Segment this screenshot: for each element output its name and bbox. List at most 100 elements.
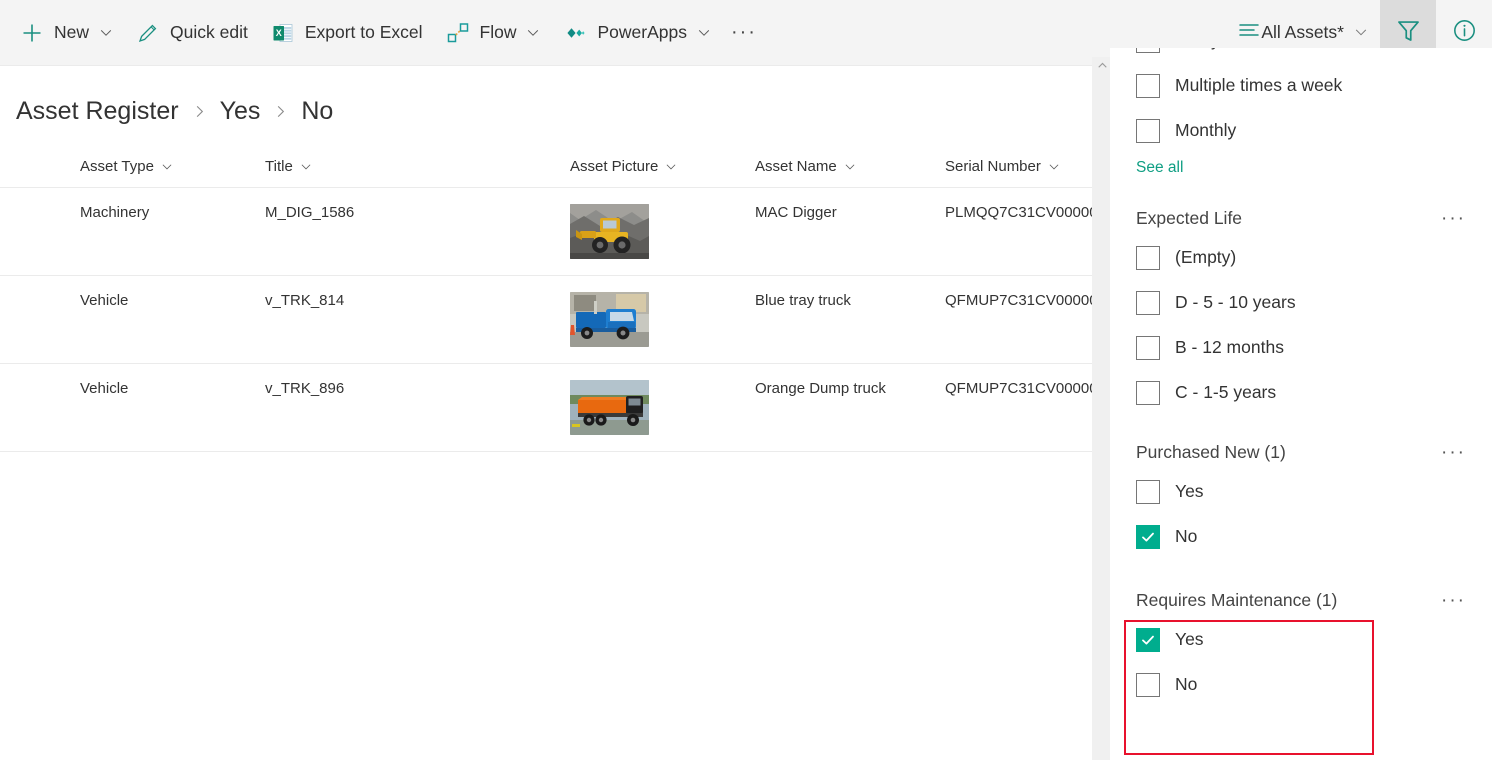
cell-title[interactable]: M_DIG_1586 xyxy=(265,187,570,276)
cell-asset-type: Vehicle xyxy=(80,363,265,452)
filter-option[interactable]: (Empty) xyxy=(1136,235,1492,280)
chevron-down-icon xyxy=(1048,161,1060,173)
checkbox[interactable] xyxy=(1136,380,1160,405)
filter-option[interactable]: Every other month xyxy=(1136,48,1492,63)
filter-option[interactable]: C - 1-5 years xyxy=(1136,370,1492,415)
chevron-down-icon xyxy=(99,26,113,40)
new-button[interactable]: New xyxy=(8,0,124,65)
new-button-label: New xyxy=(54,21,90,42)
filter-option[interactable]: No xyxy=(1136,662,1492,707)
filter-option-label: No xyxy=(1175,526,1198,546)
filter-group-frequency: Every other month Multiple times a week … xyxy=(1136,48,1492,177)
filter-option-label: (Empty) xyxy=(1175,247,1237,267)
row-select-cell[interactable] xyxy=(0,275,80,364)
see-all-link[interactable]: See all xyxy=(1136,153,1183,177)
table-row[interactable]: Vehicle v_TRK_814 Blue tray truck QFMUP7… xyxy=(0,275,1092,364)
filter-group-expected-life: Expected Life ··· (Empty) D - 5 - 10 yea… xyxy=(1136,201,1492,415)
info-circle-icon xyxy=(1451,17,1478,49)
command-bar-overflow-button[interactable]: ··· xyxy=(722,0,766,65)
column-header-asset-type[interactable]: Asset Type xyxy=(80,158,265,188)
cell-asset-name: Orange Dump truck xyxy=(755,363,945,452)
column-header-asset-name[interactable]: Asset Name xyxy=(755,158,945,188)
filter-option[interactable]: Yes xyxy=(1136,617,1492,662)
table-row[interactable]: Machinery M_DIG_1586 MAC Digger PLMQQ7C3… xyxy=(0,187,1092,276)
column-header-label: Asset Picture xyxy=(570,158,659,175)
filter-option[interactable]: Multiple times a week xyxy=(1136,63,1492,108)
cell-serial-number: QFMUP7C31CV000000 xyxy=(945,275,1092,364)
cell-title[interactable]: v_TRK_896 xyxy=(265,363,570,452)
svg-text:X: X xyxy=(276,28,282,38)
breadcrumb-separator-icon xyxy=(273,104,288,119)
checkbox[interactable] xyxy=(1136,118,1160,143)
checkbox[interactable] xyxy=(1136,48,1160,53)
filter-option-label: Yes xyxy=(1175,629,1204,649)
column-header-asset-picture[interactable]: Asset Picture xyxy=(570,158,755,188)
filter-option[interactable]: Monthly xyxy=(1136,108,1492,153)
filter-option[interactable]: D - 5 - 10 years xyxy=(1136,280,1492,325)
cell-serial-number: PLMQQ7C31CV000000 xyxy=(945,187,1092,276)
filter-group-title: Purchased New (1) xyxy=(1136,441,1286,462)
breadcrumb-item-no[interactable]: No xyxy=(301,97,333,126)
checkbox[interactable] xyxy=(1136,524,1160,549)
cell-asset-picture xyxy=(570,363,755,452)
filter-group-more-button[interactable]: ··· xyxy=(1437,441,1470,464)
row-select-cell[interactable] xyxy=(0,363,80,452)
chevron-down-icon xyxy=(526,26,540,40)
breadcrumb-item-yes[interactable]: Yes xyxy=(220,97,261,126)
filter-group-more-button[interactable]: ··· xyxy=(1437,207,1470,230)
powerapps-button[interactable]: PowerApps xyxy=(551,0,722,65)
filter-group-more-button[interactable]: ··· xyxy=(1437,589,1470,612)
quick-edit-button[interactable]: Quick edit xyxy=(124,0,259,65)
cell-asset-type: Machinery xyxy=(80,187,265,276)
list-pane: Asset Register Yes No Asset Type Title A… xyxy=(0,66,1092,760)
breadcrumb: Asset Register Yes No xyxy=(0,66,1092,126)
table-header-row: Asset Type Title Asset Picture Asset Nam… xyxy=(0,158,1092,188)
cell-serial-number: QFMUP7C31CV000000 xyxy=(945,363,1092,452)
filter-option[interactable]: No xyxy=(1136,514,1492,559)
filter-pane: Every other month Multiple times a week … xyxy=(1110,48,1492,760)
cell-asset-name: Blue tray truck xyxy=(755,275,945,364)
column-header-title[interactable]: Title xyxy=(265,158,570,188)
asset-table-body: Machinery M_DIG_1586 MAC Digger PLMQQ7C3… xyxy=(0,187,1092,452)
cell-asset-picture xyxy=(570,187,755,276)
filter-funnel-icon xyxy=(1395,17,1422,49)
checkbox[interactable] xyxy=(1136,73,1160,98)
column-header-label: Serial Number xyxy=(945,158,1041,175)
checkbox[interactable] xyxy=(1136,627,1160,652)
scroll-up-arrow-icon[interactable] xyxy=(1093,57,1111,74)
flow-icon xyxy=(445,20,471,46)
filter-option-label: B - 12 months xyxy=(1175,337,1284,357)
filter-group-header: Purchased New (1) ··· xyxy=(1136,435,1492,469)
filter-option-label: C - 1-5 years xyxy=(1175,382,1277,402)
filter-option-label: No xyxy=(1175,674,1198,694)
checkbox[interactable] xyxy=(1136,335,1160,360)
powerapps-icon xyxy=(562,20,588,46)
column-header-serial-number[interactable]: Serial Number xyxy=(945,158,1092,188)
filter-option-label: Monthly xyxy=(1175,120,1237,140)
command-bar-left-group: New Quick edit X Export to Excel Flow Po… xyxy=(0,0,766,65)
filter-option[interactable]: Yes xyxy=(1136,469,1492,514)
cell-title[interactable]: v_TRK_814 xyxy=(265,275,570,364)
cell-asset-type: Vehicle xyxy=(80,275,265,364)
column-header-label: Title xyxy=(265,158,293,175)
chevron-down-icon xyxy=(300,161,312,173)
flow-button[interactable]: Flow xyxy=(434,0,552,65)
checkbox[interactable] xyxy=(1136,672,1160,697)
asset-table: Asset Type Title Asset Picture Asset Nam… xyxy=(0,158,1092,452)
table-row[interactable]: Vehicle v_TRK_896 Orange Dump truck QFMU… xyxy=(0,363,1092,452)
checkbox[interactable] xyxy=(1136,245,1160,270)
chevron-down-icon xyxy=(665,161,677,173)
export-to-excel-button[interactable]: X Export to Excel xyxy=(259,0,434,65)
chevron-down-icon xyxy=(161,161,173,173)
plus-icon xyxy=(19,20,45,46)
row-select-cell[interactable] xyxy=(0,187,80,276)
filter-option-label: Every other month xyxy=(1175,48,1318,51)
checkbox[interactable] xyxy=(1136,479,1160,504)
breadcrumb-item-root[interactable]: Asset Register xyxy=(16,97,179,126)
filter-option[interactable]: B - 12 months xyxy=(1136,325,1492,370)
checkbox[interactable] xyxy=(1136,290,1160,315)
export-to-excel-button-label: Export to Excel xyxy=(304,21,423,42)
view-selector-label: All Assets* xyxy=(1261,22,1344,42)
chevron-down-icon xyxy=(844,161,856,173)
list-vertical-scrollbar[interactable] xyxy=(1092,57,1110,760)
